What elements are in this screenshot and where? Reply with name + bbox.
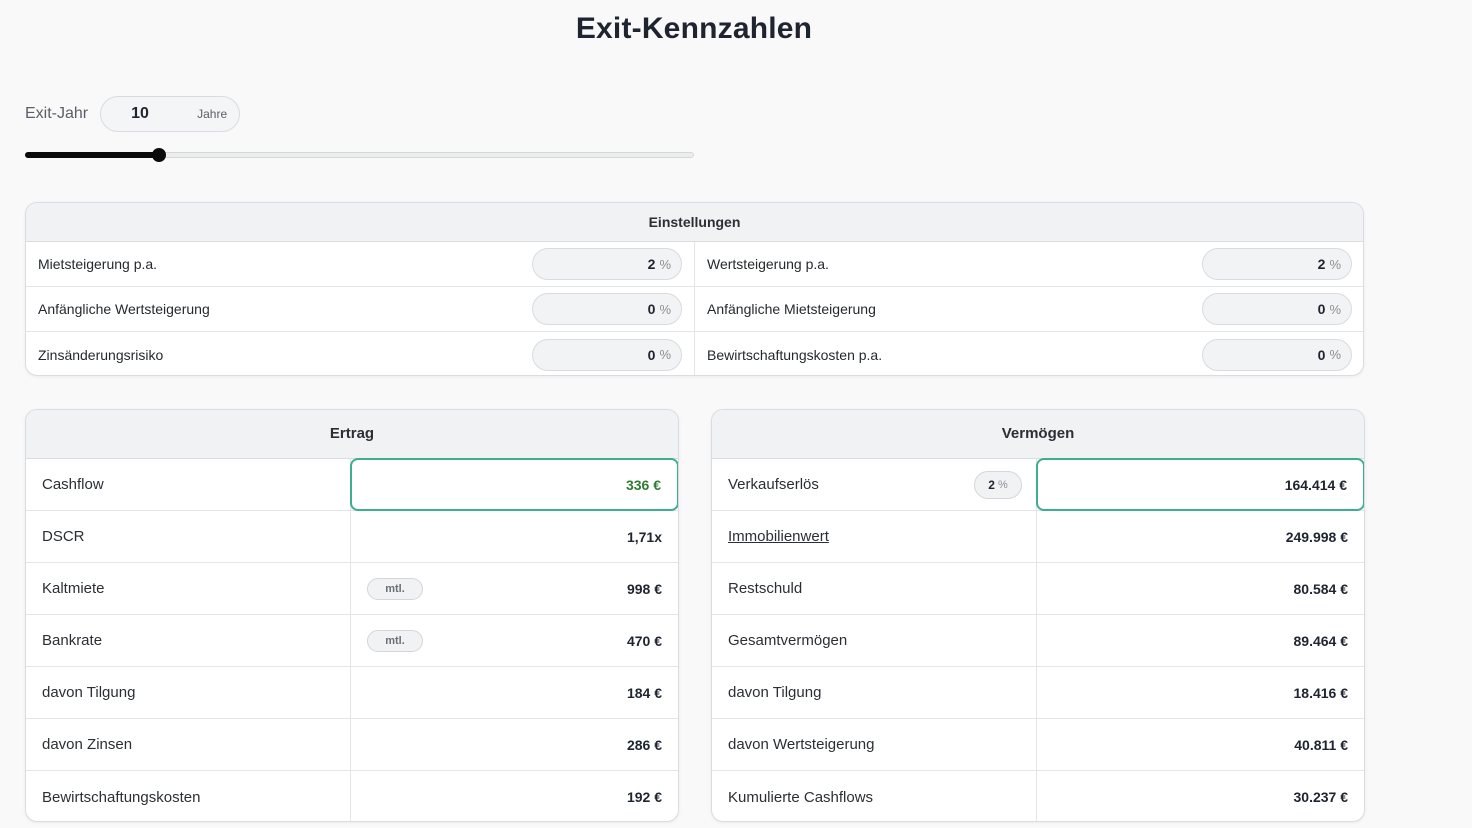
property-value-link[interactable]: Immobilienwert	[728, 528, 829, 545]
setting-row: Anfängliche Mietsteigerung 0 %	[695, 287, 1363, 332]
settings-panel: Einstellungen Mietsteigerung p.a. 2 % We…	[25, 202, 1364, 376]
setting-row: Mietsteigerung p.a. 2 %	[26, 242, 695, 287]
vermoegen-panel: Vermögen Verkaufserlös 2 % 164.414 € Imm…	[711, 409, 1365, 822]
row-label: Restschuld	[712, 563, 1037, 614]
setting-percent-input[interactable]: 0 %	[532, 293, 682, 325]
table-row: Bewirtschaftungskosten 192 €	[26, 771, 678, 821]
ertrag-panel: Ertrag Cashflow 336 € DSCR 1,71x Kaltmie…	[25, 409, 679, 822]
page: Exit-Kennzahlen Exit-Jahr 10 Jahre Einst…	[0, 0, 1472, 828]
setting-row: Zinsänderungsrisiko 0 %	[26, 332, 695, 375]
setting-label: Wertsteigerung p.a.	[707, 256, 829, 272]
row-label: davon Wertsteigerung	[712, 719, 1037, 770]
table-row: Cashflow 336 €	[26, 458, 678, 511]
row-label: Verkaufserlös	[728, 476, 819, 493]
setting-percent-input[interactable]: 2 %	[532, 248, 682, 280]
setting-row: Bewirtschaftungskosten p.a. 0 %	[695, 332, 1363, 375]
slider-fill	[25, 152, 159, 158]
row-value: 998 €	[626, 580, 662, 597]
setting-value[interactable]: 0	[648, 347, 656, 363]
table-row: davon Tilgung 18.416 €	[712, 667, 1364, 719]
setting-row: Wertsteigerung p.a. 2 %	[695, 242, 1363, 287]
table-row: Gesamtvermögen 89.464 €	[712, 615, 1364, 667]
row-value: 18.416 €	[1293, 684, 1349, 701]
row-label: Bankrate	[26, 615, 351, 666]
sale-percent-input[interactable]: 2 %	[974, 471, 1022, 499]
percent-unit: %	[659, 301, 671, 317]
setting-value[interactable]: 2	[1318, 256, 1326, 272]
table-row: Bankrate mtl. 470 €	[26, 615, 678, 667]
ertrag-title: Ertrag	[26, 410, 678, 459]
table-row: davon Tilgung 184 €	[26, 667, 678, 719]
sale-percent-value[interactable]: 2	[988, 478, 995, 492]
monthly-toggle[interactable]: mtl.	[367, 578, 423, 600]
setting-label: Zinsänderungsrisiko	[38, 346, 164, 363]
percent-unit: %	[1329, 301, 1341, 317]
row-label: Gesamtvermögen	[712, 615, 1037, 666]
setting-value[interactable]: 0	[1318, 347, 1326, 363]
row-label-cell: Immobilienwert	[712, 511, 1037, 562]
row-label: Kumulierte Cashflows	[712, 771, 1037, 821]
row-value: 249.998 €	[1285, 528, 1348, 545]
exit-year-value[interactable]: 10	[131, 105, 149, 123]
row-value: 470 €	[626, 632, 662, 649]
row-value: 286 €	[626, 736, 662, 753]
vermoegen-title: Vermögen	[712, 410, 1364, 459]
table-row: Kaltmiete mtl. 998 €	[26, 563, 678, 615]
sale-proceeds-value: 164.414 €	[1036, 458, 1364, 511]
percent-unit: %	[1329, 256, 1341, 272]
row-label: Bewirtschaftungskosten	[26, 771, 351, 821]
row-value: 40.811 €	[1294, 736, 1348, 753]
row-label: davon Tilgung	[712, 667, 1037, 718]
table-row: davon Wertsteigerung 40.811 €	[712, 719, 1364, 771]
setting-percent-input[interactable]: 0 %	[1202, 293, 1352, 325]
setting-percent-input[interactable]: 0 %	[1202, 338, 1352, 371]
setting-value[interactable]: 0	[1318, 301, 1326, 317]
exit-year-control: Exit-Jahr 10 Jahre	[25, 96, 241, 132]
table-row: Restschuld 80.584 €	[712, 563, 1364, 615]
row-label: Kaltmiete	[26, 563, 351, 614]
exit-year-unit: Jahre	[197, 107, 228, 121]
setting-label: Mietsteigerung p.a.	[38, 256, 158, 272]
setting-row: Anfängliche Wertsteigerung 0 %	[26, 287, 695, 332]
setting-value[interactable]: 0	[648, 301, 656, 317]
cashflow-value: 336 €	[350, 458, 678, 511]
row-value: 1,71x	[626, 528, 662, 545]
row-label: DSCR	[26, 511, 351, 562]
percent-unit: %	[1329, 347, 1341, 362]
exit-year-slider[interactable]	[25, 148, 694, 162]
row-value-cell: mtl. 998 €	[351, 563, 678, 614]
monthly-toggle[interactable]: mtl.	[367, 630, 423, 652]
settings-grid: Mietsteigerung p.a. 2 % Wertsteigerung p…	[26, 242, 1363, 375]
row-value: 80.584 €	[1293, 580, 1349, 597]
percent-unit: %	[997, 479, 1008, 491]
row-label: davon Tilgung	[26, 667, 351, 718]
setting-label: Bewirtschaftungskosten p.a.	[707, 346, 883, 363]
table-row: DSCR 1,71x	[26, 511, 678, 563]
percent-unit: %	[659, 347, 671, 362]
setting-value[interactable]: 2	[648, 256, 656, 272]
table-row: davon Zinsen 286 €	[26, 719, 678, 771]
row-label-cell: Verkaufserlös 2 %	[712, 459, 1037, 510]
settings-title: Einstellungen	[26, 203, 1363, 242]
row-value: 89.464 €	[1293, 632, 1349, 649]
table-row: Immobilienwert 249.998 €	[712, 511, 1364, 563]
setting-label: Anfängliche Wertsteigerung	[38, 301, 210, 317]
row-value: 192 €	[626, 789, 662, 805]
setting-label: Anfängliche Mietsteigerung	[707, 301, 876, 317]
row-label: Cashflow	[26, 459, 351, 510]
exit-year-input[interactable]: 10 Jahre	[100, 96, 241, 132]
setting-percent-input[interactable]: 0 %	[532, 338, 682, 371]
page-title: Exit-Kennzahlen	[575, 12, 813, 45]
slider-thumb[interactable]	[151, 148, 166, 162]
row-value: 184 €	[626, 684, 662, 701]
table-row: Verkaufserlös 2 % 164.414 €	[712, 458, 1364, 511]
row-label: davon Zinsen	[26, 719, 351, 770]
exit-year-label: Exit-Jahr	[25, 105, 89, 122]
table-row: Kumulierte Cashflows 30.237 €	[712, 771, 1364, 821]
row-value-cell: mtl. 470 €	[351, 615, 678, 666]
row-value: 30.237 €	[1293, 789, 1349, 805]
percent-unit: %	[659, 256, 671, 272]
setting-percent-input[interactable]: 2 %	[1202, 248, 1352, 280]
